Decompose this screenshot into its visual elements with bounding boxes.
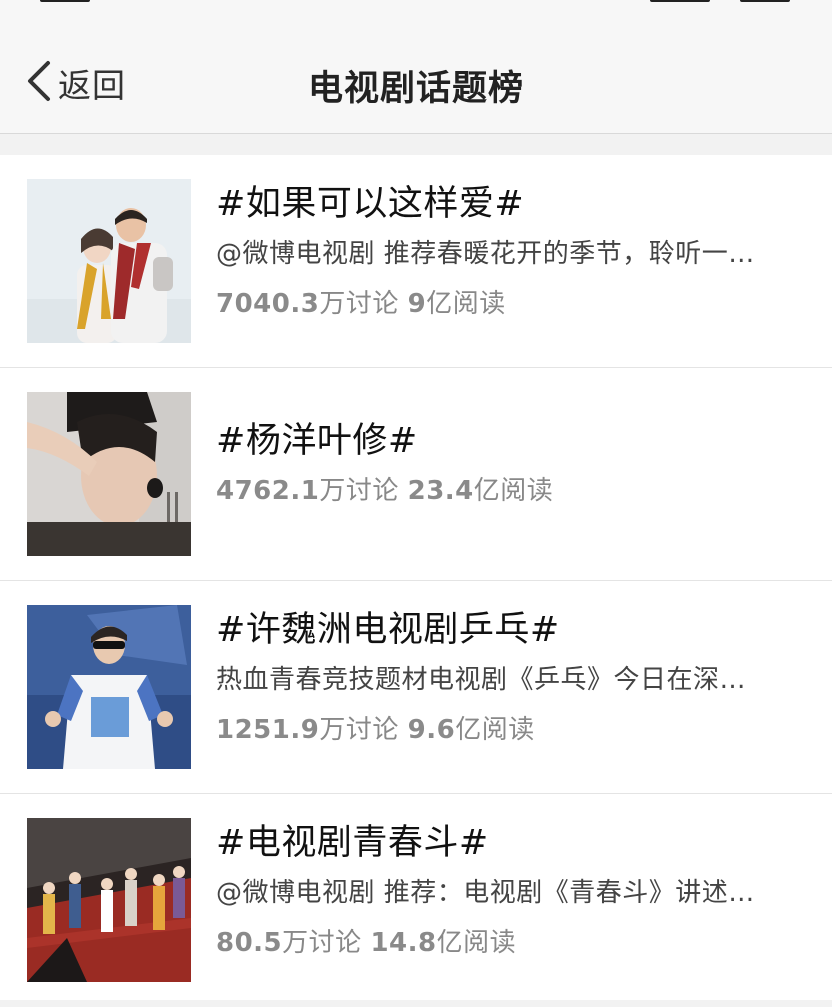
read-count: 9.6	[407, 715, 456, 745]
topic-thumbnail	[27, 605, 191, 769]
nav-bar: 返回 电视剧话题榜	[0, 20, 832, 134]
read-label: 亿阅读	[426, 289, 506, 319]
discuss-count: 4762.1	[216, 476, 320, 506]
read-count: 14.8	[370, 928, 437, 958]
read-count: 9	[407, 289, 427, 319]
topic-title: #杨洋叶修#	[216, 421, 418, 461]
discuss-count: 1251.9	[216, 715, 320, 745]
discuss-label: 万讨论	[319, 715, 399, 745]
topic-title: #如果可以这样爱#	[216, 184, 525, 224]
discuss-count: 80.5	[216, 928, 283, 958]
topic-stats: 1251.9万讨论 9.6亿阅读	[216, 709, 802, 746]
wifi-icon	[650, 0, 710, 2]
topic-thumbnail	[27, 179, 191, 343]
topic-title: #电视剧青春斗#	[216, 823, 489, 863]
topic-stats: 80.5万讨论 14.8亿阅读	[216, 922, 802, 959]
page-title: 电视剧话题榜	[307, 69, 524, 109]
signal-icon	[40, 0, 90, 2]
topic-description: @微博电视剧 推荐：电视剧《青春斗》讲述…	[216, 878, 755, 908]
discuss-label: 万讨论	[319, 289, 399, 319]
read-label: 亿阅读	[436, 928, 517, 958]
discuss-label: 万讨论	[319, 476, 399, 506]
topic-thumbnail	[27, 392, 191, 556]
topic-row[interactable]: #杨洋叶修# 4762.1万讨论 23.4亿阅读	[0, 368, 832, 581]
topic-stats: 7040.3万讨论 9亿阅读	[216, 283, 802, 320]
topic-description: @微博电视剧 推荐春暖花开的季节，聆听一…	[216, 239, 755, 269]
read-label: 亿阅读	[455, 715, 535, 745]
topic-description: 热血青春竞技题材电视剧《乒乓》今日在深…	[216, 665, 747, 695]
topic-stats: 4762.1万讨论 23.4亿阅读	[216, 470, 802, 507]
discuss-label: 万讨论	[282, 928, 362, 958]
topic-row[interactable]: #许魏洲电视剧乒乓# 热血青春竞技题材电视剧《乒乓》今日在深… 1251.9万讨…	[0, 581, 832, 794]
status-bar	[0, 0, 832, 20]
topic-row[interactable]: #电视剧青春斗# @微博电视剧 推荐：电视剧《青春斗》讲述… 80.5万讨论 1…	[0, 794, 832, 1007]
discuss-count: 7040.3	[216, 289, 320, 319]
topic-row[interactable]: #如果可以这样爱# @微博电视剧 推荐春暖花开的季节，聆听一… 7040.3万讨…	[0, 155, 832, 368]
topic-thumbnail	[27, 818, 191, 982]
read-label: 亿阅读	[473, 476, 554, 506]
topic-list: #如果可以这样爱# @微博电视剧 推荐春暖花开的季节，聆听一… 7040.3万讨…	[0, 155, 832, 1000]
topic-title: #许魏洲电视剧乒乓#	[216, 610, 560, 650]
battery-icon	[740, 0, 790, 2]
read-count: 23.4	[407, 476, 474, 506]
